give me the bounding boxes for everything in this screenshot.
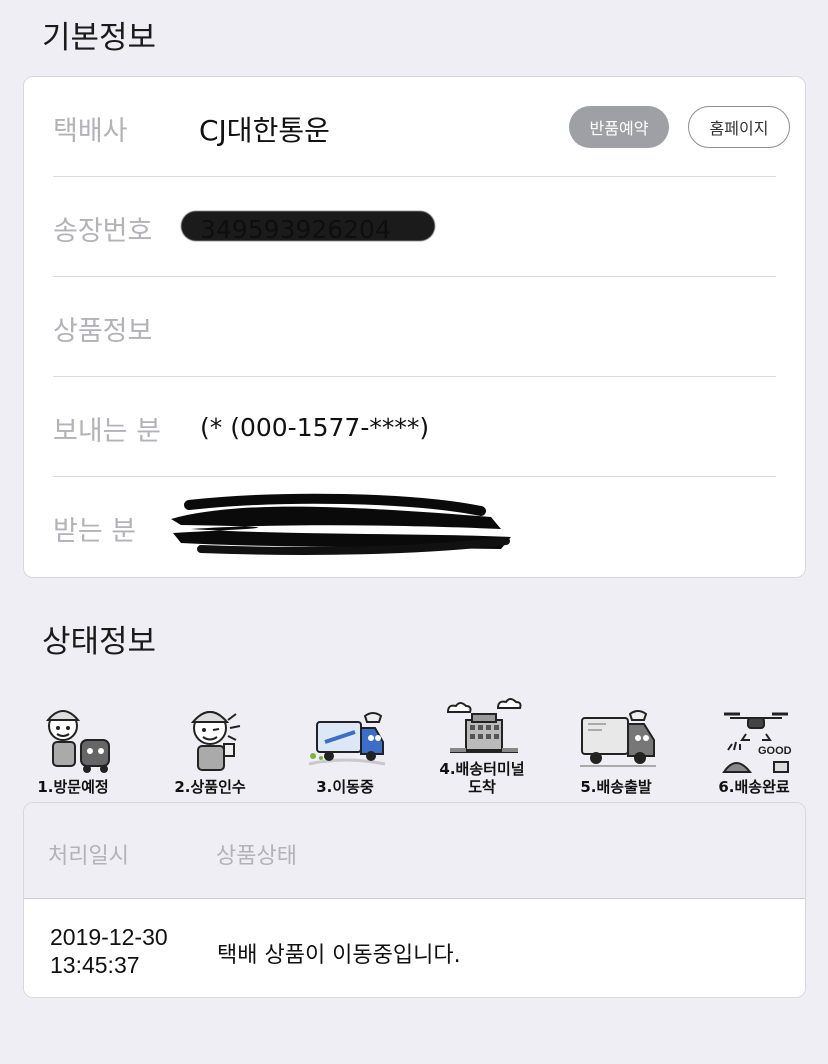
- drone-delivered-icon: GOOD: [722, 712, 792, 773]
- sender-label: 보내는 분: [53, 416, 161, 447]
- carrier-row: 택배사 CJ대한통운 반품예약 홈페이지: [53, 77, 790, 177]
- step-label-5: 5.배송출발: [580, 778, 652, 796]
- header-product-state: 상품상태: [216, 844, 297, 869]
- step-label-3: 3.이동중: [316, 778, 374, 796]
- sender-value: (* (000-1577-****): [200, 413, 430, 442]
- courier-wink-icon: [190, 711, 241, 771]
- step-label-1: 1.방문예정: [37, 778, 109, 796]
- step-out-for-delivery: 5.배송출발: [548, 690, 684, 802]
- product-label: 상품정보: [53, 316, 153, 347]
- step-terminal-arrival: 4.배송터미널 도착: [414, 690, 550, 802]
- step-label-2: 2.상품인수: [174, 778, 246, 796]
- carrier-value: CJ대한통운: [199, 114, 330, 147]
- product-row: 상품정보: [53, 277, 776, 377]
- status-table-card: 처리일시 상품상태 2019-12-30 13:45:37 택배 상품이 이동중…: [23, 802, 806, 998]
- truck-departing-icon: [580, 710, 656, 767]
- sender-row: 보내는 분 (* (000-1577-****): [53, 377, 776, 477]
- return-reservation-button[interactable]: 반품예약: [569, 106, 669, 148]
- receiver-redaction: [171, 493, 511, 555]
- tracking-redaction: [181, 211, 435, 241]
- carrier-label: 택배사: [53, 116, 128, 147]
- step-visit-scheduled: 1.방문예정: [5, 690, 141, 802]
- step-label-6: 6.배송완료: [718, 778, 790, 796]
- table-row: 2019-12-30 13:45:37 택배 상품이 이동중입니다.: [24, 901, 805, 997]
- homepage-button[interactable]: 홈페이지: [688, 106, 790, 148]
- status-info-title: 상태정보: [42, 624, 157, 660]
- tracking-row: 송장번호 349593926204: [53, 177, 776, 277]
- row-date: 2019-12-30: [50, 924, 168, 950]
- step-pickup: 2.상품인수: [142, 690, 278, 802]
- terminal-building-icon: [446, 698, 522, 753]
- step-in-transit: 3.이동중: [277, 690, 413, 802]
- tracking-label: 송장번호: [53, 216, 153, 247]
- row-datetime: 2019-12-30 13:45:37: [50, 923, 168, 979]
- receiver-row: 받는 분: [53, 477, 776, 577]
- basic-info-card: 택배사 CJ대한통운 반품예약 홈페이지 송장번호 349593926204 상…: [23, 76, 806, 578]
- row-time: 13:45:37: [50, 952, 140, 978]
- basic-info-title: 기본정보: [42, 20, 157, 56]
- header-processed-time: 처리일시: [48, 844, 129, 869]
- courier-with-cart-icon: [45, 710, 110, 773]
- truck-moving-icon: [308, 712, 386, 766]
- step-delivered: GOOD 6.배송완료: [686, 690, 822, 802]
- delivery-steps: 1.방문예정 2.상품인수 3.이동중 4.배송터미널 도착 5.배송출발 GO…: [0, 690, 828, 802]
- step-label-4: 4.배송터미널 도착: [439, 760, 525, 796]
- status-table-header: 처리일시 상품상태: [24, 803, 805, 899]
- row-state: 택배 상품이 이동중입니다.: [217, 943, 461, 968]
- receiver-label: 받는 분: [53, 516, 137, 547]
- svg-text:GOOD: GOOD: [758, 745, 792, 757]
